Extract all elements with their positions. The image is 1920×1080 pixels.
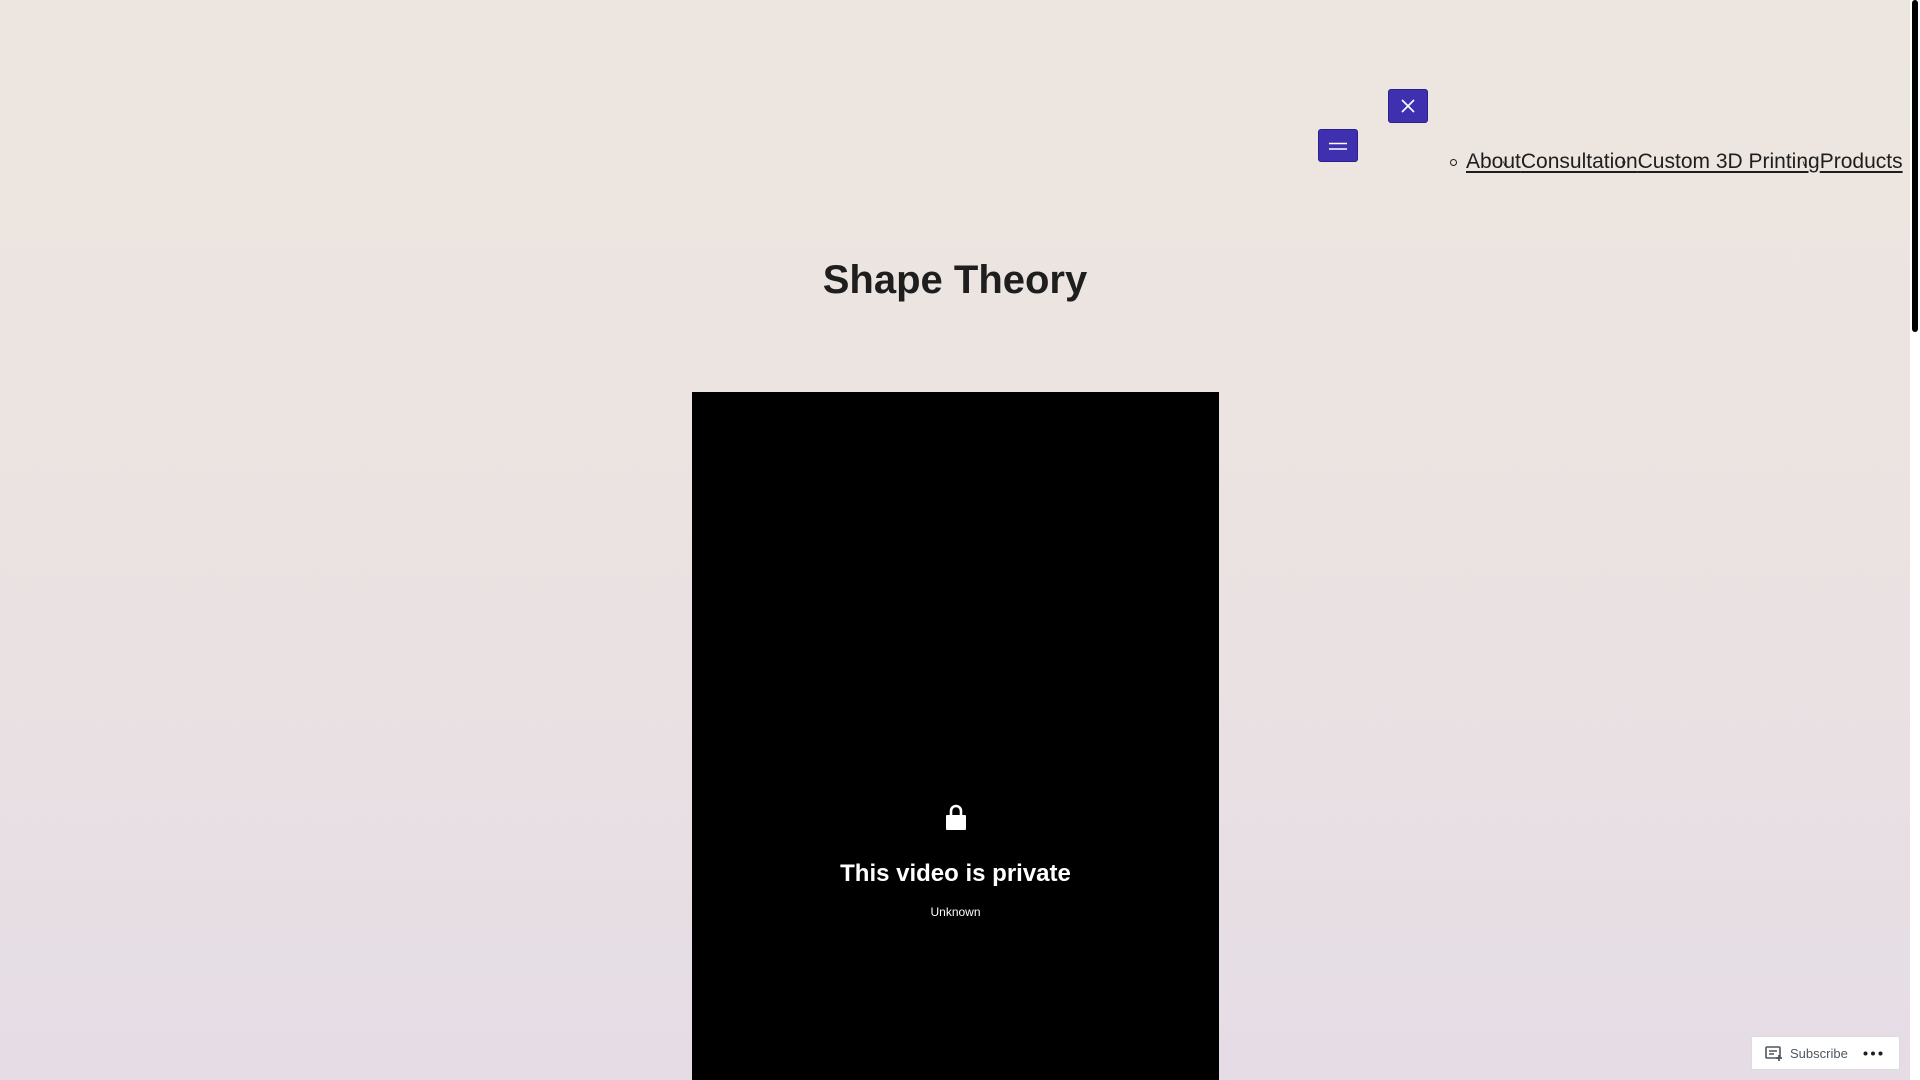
site-title[interactable]: Shape Theory (0, 258, 1910, 303)
lock-icon-wrap (692, 804, 1219, 830)
nav-link-about[interactable]: About (1466, 150, 1521, 173)
submenu-chevron-icon[interactable]: ∨ (1802, 159, 1808, 168)
close-icon (1401, 99, 1415, 113)
scrollbar-thumb[interactable] (1912, 0, 1918, 332)
open-menu-button[interactable] (1318, 129, 1358, 162)
video-embed[interactable]: This video is private Unknown (692, 392, 1219, 1080)
more-options-icon (1863, 1051, 1883, 1055)
nav-link-custom-3d-printing[interactable]: Custom 3D Printing (1638, 150, 1820, 173)
nav-bullet-icon (1450, 158, 1457, 166)
hamburger-icon (1329, 142, 1347, 150)
submenu-chevron-icon[interactable]: ∨ (1502, 159, 1508, 168)
nav-item-products: Products (1820, 150, 1903, 174)
close-menu-button[interactable] (1388, 89, 1428, 123)
nav-item-consultation: Consultation ∨ (1521, 150, 1638, 174)
scrollbar[interactable] (1910, 0, 1920, 1080)
video-private-title: This video is private (840, 860, 1071, 887)
nav-item-about: About ∨ (1466, 150, 1521, 174)
subscribe-button[interactable]: Subscribe (1752, 1037, 1857, 1069)
more-options-button[interactable] (1857, 1037, 1883, 1069)
page: About ∨ Consultation ∨ Custom 3D Printin… (0, 0, 1910, 1080)
video-private-subtitle: Unknown (930, 905, 981, 919)
submenu-chevron-icon[interactable]: ∨ (1621, 159, 1627, 168)
lock-icon (945, 804, 966, 830)
subscribe-label: Subscribe (1790, 1045, 1848, 1061)
nav-link-products[interactable]: Products (1820, 150, 1903, 173)
reader-icon (1765, 1045, 1782, 1061)
subscribe-bar: Subscribe (1751, 1036, 1900, 1070)
main-navigation: About ∨ Consultation ∨ Custom 3D Printin… (1450, 150, 1903, 174)
nav-item-custom-3d-printing: Custom 3D Printing ∨ (1638, 150, 1820, 174)
